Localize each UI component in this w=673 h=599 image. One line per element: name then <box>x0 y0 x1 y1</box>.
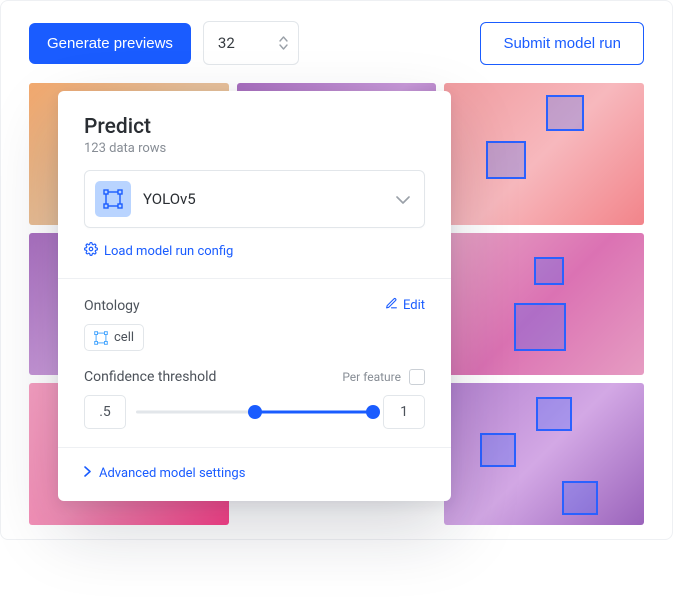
advanced-settings-toggle[interactable]: Advanced model settings <box>84 466 425 481</box>
stepper-arrows-icon[interactable] <box>279 36 288 50</box>
bounding-box <box>536 397 572 431</box>
model-select[interactable]: YOLOv5 <box>84 170 425 228</box>
predict-card: Predict 123 data rows YOLOv5 Load model … <box>58 91 451 501</box>
edit-ontology-link[interactable]: Edit <box>385 297 425 314</box>
bounding-box-icon <box>95 181 131 217</box>
load-config-link[interactable]: Load model run config <box>84 242 425 260</box>
card-title: Predict <box>84 115 425 139</box>
grid-tile[interactable] <box>444 83 644 225</box>
pencil-icon <box>385 297 398 314</box>
ontology-label: Ontology <box>84 298 140 314</box>
edit-label: Edit <box>403 298 425 313</box>
chevron-down-icon <box>396 190 410 209</box>
confidence-slider[interactable] <box>136 402 373 422</box>
top-toolbar: Generate previews 32 Submit model run <box>29 21 644 65</box>
grid-tile[interactable] <box>444 383 644 525</box>
submit-model-run-button[interactable]: Submit model run <box>480 22 644 65</box>
slider-knob-max[interactable] <box>366 405 380 419</box>
bounding-box <box>514 303 566 351</box>
ontology-chip[interactable]: cell <box>84 324 144 351</box>
grid-tile[interactable] <box>444 233 644 375</box>
bounding-box <box>486 141 526 179</box>
card-subtitle: 123 data rows <box>84 141 425 156</box>
divider <box>58 278 451 279</box>
bounding-box <box>534 257 564 285</box>
bounding-box-icon <box>94 331 108 345</box>
chip-label: cell <box>114 330 134 345</box>
generate-previews-button[interactable]: Generate previews <box>29 23 191 64</box>
confidence-label: Confidence threshold <box>84 369 216 385</box>
bounding-box <box>562 481 598 515</box>
bounding-box <box>480 433 516 467</box>
confidence-min-input[interactable]: .5 <box>84 395 126 429</box>
preview-count-value: 32 <box>218 34 235 52</box>
advanced-settings-label: Advanced model settings <box>99 466 245 481</box>
confidence-max-input[interactable]: 1 <box>383 395 425 429</box>
bounding-box <box>546 95 584 131</box>
chevron-right-icon <box>84 466 91 481</box>
model-name: YOLOv5 <box>143 190 384 208</box>
slider-knob-min[interactable] <box>248 405 262 419</box>
per-feature-checkbox[interactable] <box>409 369 425 385</box>
preview-count-stepper[interactable]: 32 <box>203 21 299 65</box>
load-config-label: Load model run config <box>104 244 233 259</box>
gear-icon <box>84 242 98 260</box>
per-feature-label: Per feature <box>342 370 401 384</box>
divider <box>58 447 451 448</box>
